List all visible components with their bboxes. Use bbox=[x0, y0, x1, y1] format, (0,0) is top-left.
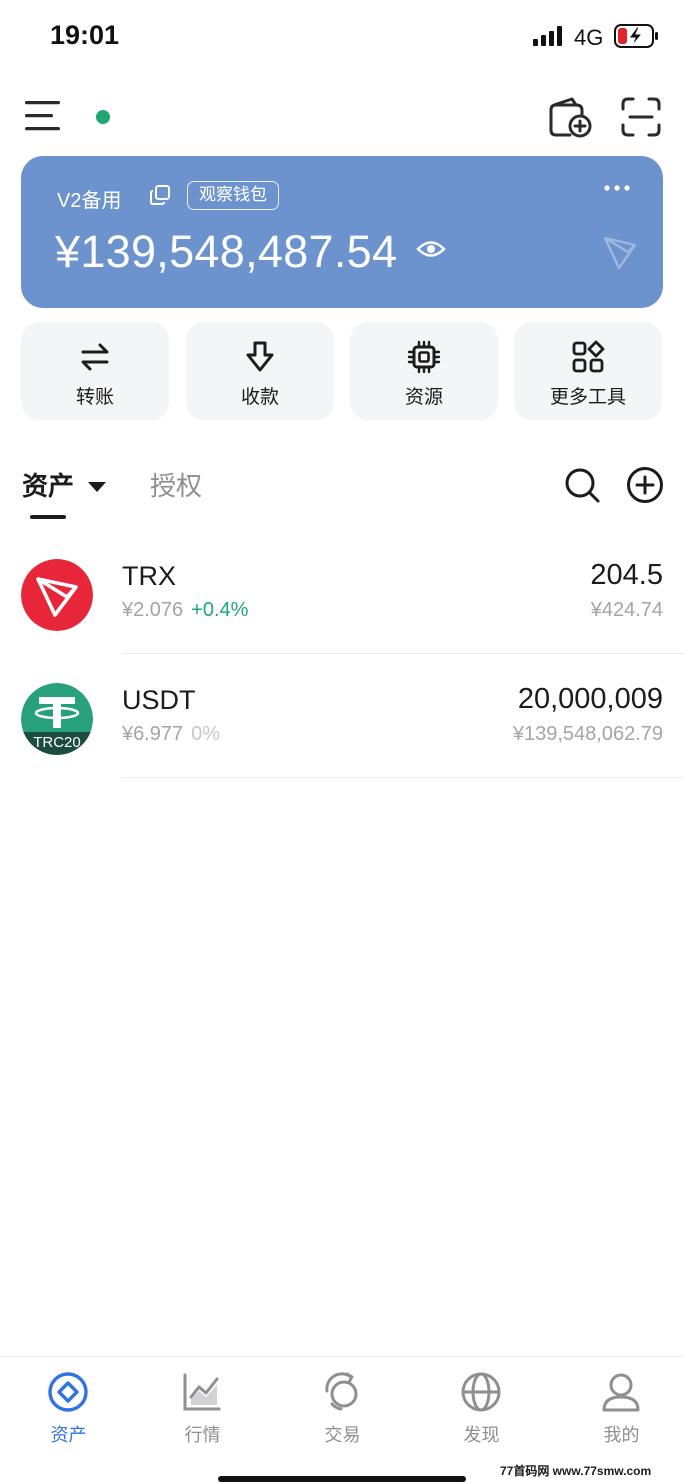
token-value: ¥424.74 bbox=[590, 599, 663, 621]
wallet-balance-card[interactable]: V2备用 观察钱包 ¥139,548,487.54 bbox=[21, 156, 663, 308]
copy-icon[interactable] bbox=[148, 183, 172, 207]
tron-logo bbox=[21, 559, 93, 631]
profile-icon bbox=[602, 1373, 640, 1412]
nav-label: 交易 bbox=[324, 1425, 361, 1445]
home-indicator bbox=[218, 1476, 466, 1482]
nav-assets[interactable]: 资产 bbox=[0, 1357, 137, 1457]
globe-icon bbox=[461, 1372, 501, 1412]
add-circle-icon[interactable] bbox=[626, 466, 664, 504]
token-price: ¥6.977 0% bbox=[122, 723, 221, 745]
row-divider bbox=[122, 653, 684, 654]
status-time: 19:01 bbox=[50, 20, 120, 50]
more-tools-label: 更多工具 bbox=[549, 387, 626, 408]
watch-wallet-badge: 观察钱包 bbox=[187, 181, 279, 210]
token-price: ¥2.076 +0.4% bbox=[122, 599, 249, 621]
resources-label: 资源 bbox=[404, 387, 443, 408]
more-tools-button[interactable]: 更多工具 bbox=[514, 322, 662, 420]
tab-authorization[interactable]: 授权 bbox=[150, 466, 202, 503]
transfer-button[interactable]: 转账 bbox=[21, 322, 169, 420]
apps-icon bbox=[572, 340, 605, 373]
receive-icon bbox=[246, 341, 274, 372]
wallet-name: V2备用 bbox=[57, 190, 122, 212]
row-divider bbox=[122, 777, 684, 778]
receive-label: 收款 bbox=[240, 387, 279, 408]
site-watermark: 77首码网 www.77smw.com bbox=[500, 1464, 652, 1478]
token-change: 0% bbox=[191, 723, 221, 745]
nav-market[interactable]: 行情 bbox=[134, 1357, 271, 1457]
menu-icon[interactable] bbox=[24, 98, 62, 134]
scan-icon[interactable] bbox=[620, 96, 662, 138]
swap-icon bbox=[325, 1372, 358, 1411]
chip-icon bbox=[407, 340, 441, 374]
nav-label: 行情 bbox=[184, 1425, 221, 1445]
signal-icon bbox=[533, 26, 562, 46]
tab-assets[interactable]: 资产 bbox=[22, 466, 74, 503]
token-symbol: USDT bbox=[122, 685, 196, 715]
token-change: +0.4% bbox=[191, 599, 249, 621]
market-chart-icon bbox=[183, 1373, 221, 1411]
token-symbol: TRX bbox=[122, 561, 176, 591]
nav-profile[interactable]: 我的 bbox=[553, 1357, 684, 1457]
tether-trc20-logo: TRC20 bbox=[21, 683, 93, 755]
token-value: ¥139,548,062.79 bbox=[512, 723, 663, 745]
search-icon[interactable] bbox=[563, 466, 601, 504]
tron-watermark-icon bbox=[603, 236, 637, 270]
trc20-label: TRC20 bbox=[33, 734, 81, 751]
caret-down-icon[interactable] bbox=[87, 481, 107, 493]
nav-label: 资产 bbox=[50, 1425, 87, 1445]
online-status-dot bbox=[96, 110, 110, 124]
status-bar: 19:01 4G bbox=[0, 0, 684, 72]
more-icon[interactable] bbox=[601, 178, 633, 198]
nav-trade[interactable]: 交易 bbox=[274, 1357, 411, 1457]
active-tab-indicator bbox=[30, 515, 66, 519]
add-wallet-icon[interactable] bbox=[546, 96, 592, 138]
eye-icon[interactable] bbox=[416, 238, 446, 260]
resources-button[interactable]: 资源 bbox=[350, 322, 498, 420]
nav-label: 发现 bbox=[463, 1425, 500, 1445]
token-row-usdt[interactable]: TRC20 USDT ¥6.977 0% 20,000,009 ¥139,548,… bbox=[0, 683, 684, 807]
receive-button[interactable]: 收款 bbox=[186, 322, 334, 420]
nav-discover[interactable]: 发现 bbox=[413, 1357, 550, 1457]
token-amount: 20,000,009 bbox=[517, 683, 663, 715]
total-balance: ¥139,548,487.54 bbox=[55, 226, 398, 277]
transfer-icon bbox=[81, 343, 109, 371]
token-amount: 204.5 bbox=[590, 559, 663, 591]
battery-charging-icon bbox=[614, 24, 658, 48]
assets-icon bbox=[48, 1372, 88, 1412]
transfer-label: 转账 bbox=[75, 387, 114, 408]
nav-label: 我的 bbox=[603, 1425, 640, 1445]
token-row-trx[interactable]: TRX ¥2.076 +0.4% 204.5 ¥424.74 bbox=[0, 559, 684, 683]
network-type: 4G bbox=[574, 25, 604, 50]
